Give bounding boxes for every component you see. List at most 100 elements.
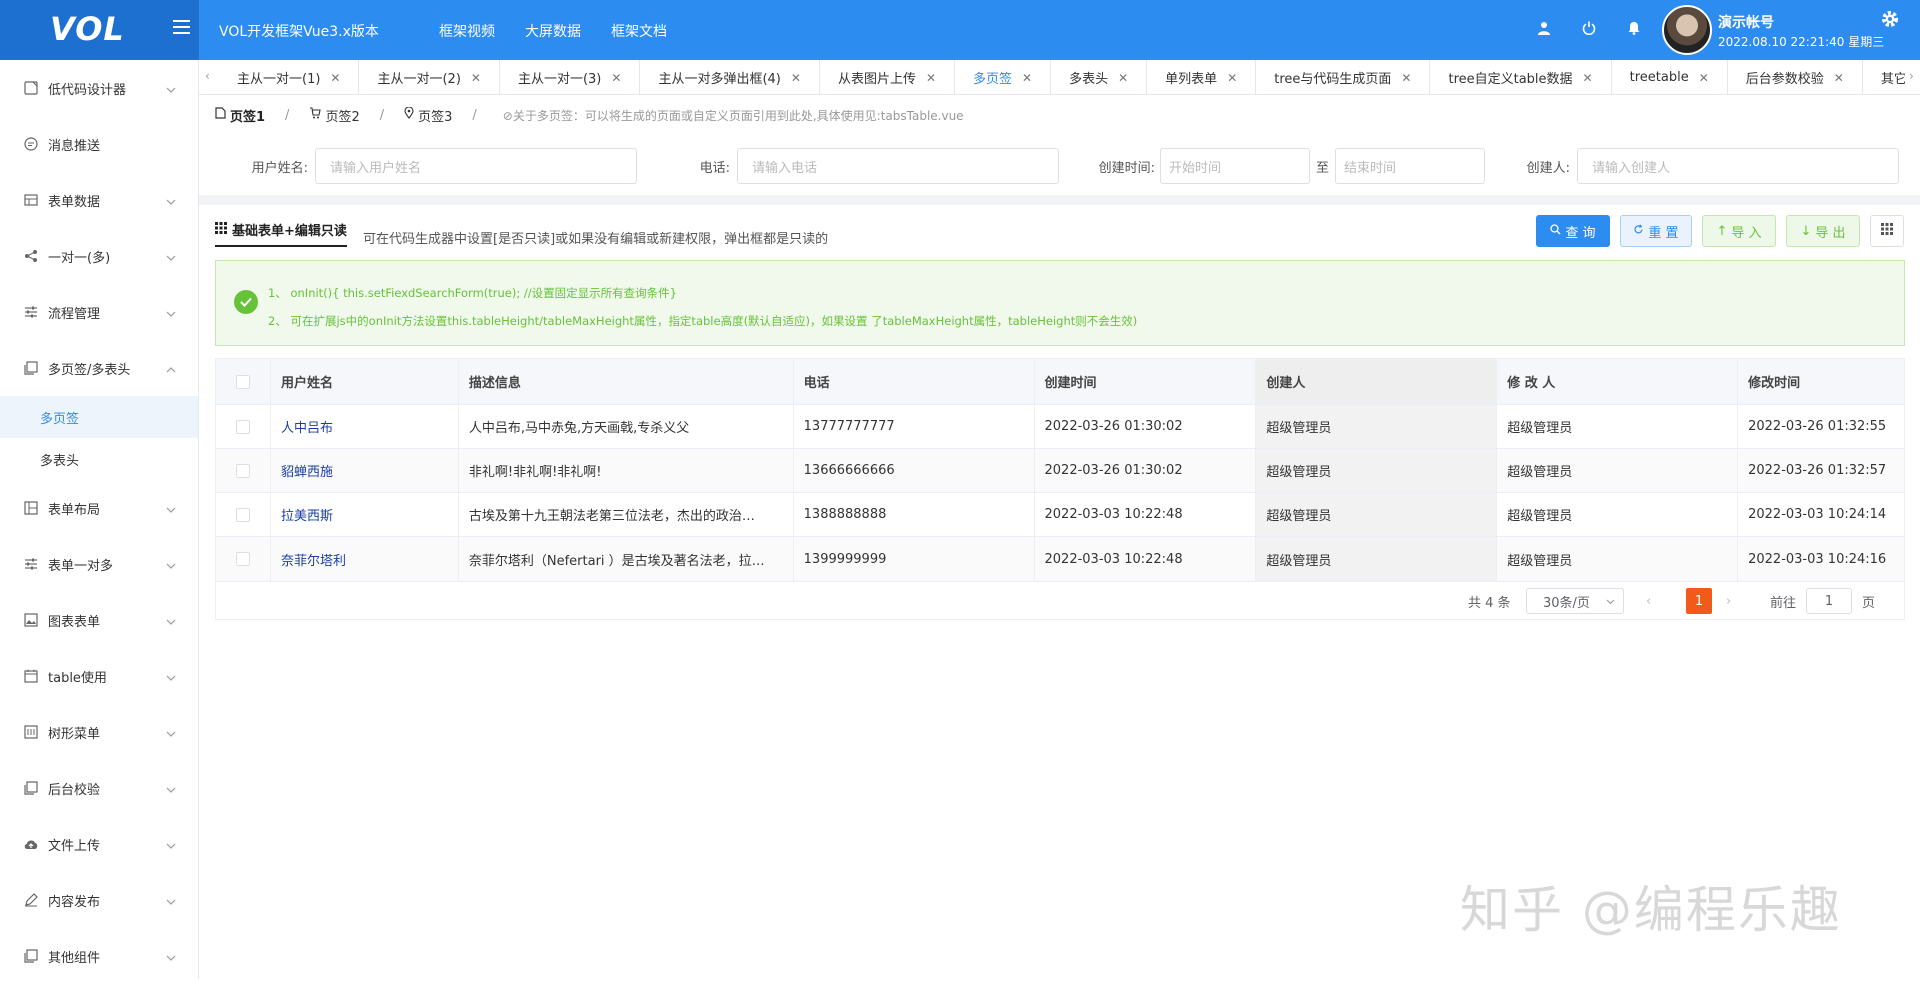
close-icon[interactable]: ✕ — [1699, 71, 1709, 85]
row-select-cell — [216, 537, 271, 581]
tab-item-active[interactable]: 多页签 ✕ — [955, 60, 1052, 95]
table-header: 用户姓名 描述信息 电话 创建时间 创建人 修 改 人 修改时间 — [216, 359, 1904, 405]
user-name-input[interactable]: 请输入用户姓名 — [315, 148, 637, 184]
table-row[interactable]: 貂蝉西施 非礼啊!非礼啊!非礼啊! 13666666666 2022-03-26… — [216, 449, 1904, 493]
sidebar-item-backend-validation[interactable]: 后台校验 — [0, 760, 198, 816]
menu-toggle-icon[interactable] — [173, 20, 190, 34]
column-header[interactable]: 用户姓名 — [271, 359, 459, 404]
phone-input[interactable]: 请输入电话 — [737, 148, 1059, 184]
inner-tab-3[interactable]: 页签3 — [404, 106, 452, 125]
search-icon — [1550, 223, 1561, 239]
gear-icon[interactable] — [1880, 9, 1900, 33]
sidebar-item-table-usage[interactable]: table使用 — [0, 648, 198, 704]
close-icon[interactable]: ✕ — [611, 71, 621, 85]
tab-item[interactable]: 主从一对一(1) ✕ — [219, 60, 360, 95]
sidebar-item-tree-menu[interactable]: 树形菜单 — [0, 704, 198, 760]
sidebar-item-workflow[interactable]: 流程管理 — [0, 284, 198, 340]
export-button[interactable]: ↓ 导 出 — [1786, 215, 1860, 247]
inner-tab-2[interactable]: 页签2 — [309, 106, 360, 125]
avatar[interactable] — [1662, 5, 1712, 55]
sidebar-item-chart-form[interactable]: 图表表单 — [0, 592, 198, 648]
sidebar-subitem-multitab[interactable]: 多页签 — [0, 396, 198, 438]
row-checkbox[interactable] — [235, 552, 250, 566]
row-checkbox[interactable] — [235, 463, 250, 478]
column-header[interactable]: 修改时间 — [1738, 359, 1904, 404]
user-name-link[interactable]: 奈菲尔塔利 — [271, 537, 459, 581]
column-header[interactable]: 电话 — [794, 359, 1035, 404]
table-cell: 1388888888 — [794, 493, 1035, 536]
tab-item[interactable]: tree与代码生成页面 ✕ — [1256, 60, 1431, 95]
sidebar-item-other-components[interactable]: 其他组件 — [0, 928, 198, 984]
tab-item[interactable]: treetable ✕ — [1612, 60, 1728, 95]
table-row[interactable]: 人中吕布 人中吕布,马中赤兔,方天画戟,专杀义父 13777777777 202… — [216, 405, 1904, 449]
power-icon[interactable] — [1580, 19, 1598, 37]
sidebar-item-form-one-many[interactable]: 表单一对多 — [0, 536, 198, 592]
select-all-checkbox[interactable] — [235, 374, 250, 389]
page-size-select[interactable]: 30条/页 — [1526, 588, 1624, 614]
close-icon[interactable]: ✕ — [1583, 71, 1593, 85]
page-number-current[interactable]: 1 — [1686, 588, 1712, 614]
user-icon[interactable] — [1535, 19, 1553, 37]
table-cell: 13666666666 — [794, 449, 1035, 492]
nav-link-videos[interactable]: 框架视频 — [439, 21, 495, 41]
tabs-scroll-right-icon[interactable]: › — [1905, 69, 1914, 83]
search-user-group: 用户姓名: 请输入用户姓名 — [238, 148, 637, 184]
close-icon[interactable]: ✕ — [471, 71, 481, 85]
column-header[interactable]: 创建时间 — [1035, 359, 1257, 404]
sidebar-item-file-upload[interactable]: 文件上传 — [0, 816, 198, 872]
close-icon[interactable]: ✕ — [791, 71, 801, 85]
table-row[interactable]: 拉美西斯 古埃及第十九王朝法老第三位法老，杰出的政治… 1388888888 2… — [216, 493, 1904, 537]
query-button[interactable]: 查 询 — [1536, 215, 1610, 247]
sidebar-item-message[interactable]: 消息推送 — [0, 116, 198, 172]
sidebar-item-content-publish[interactable]: 内容发布 — [0, 872, 198, 928]
inner-tab-1[interactable]: 页签1 — [215, 106, 265, 125]
sidebar-item-multitabs[interactable]: 多页签/多表头 — [0, 340, 198, 396]
column-header[interactable]: 描述信息 — [459, 359, 794, 404]
row-checkbox[interactable] — [235, 507, 250, 522]
sidebar-subitem-multiheader[interactable]: 多表头 — [0, 438, 198, 480]
tab-item[interactable]: 单列表单 ✕ — [1147, 60, 1257, 95]
column-header[interactable]: 修 改 人 — [1497, 359, 1739, 404]
end-time-input[interactable]: 结束时间 — [1335, 148, 1486, 184]
sidebar-item-one-to-one[interactable]: 一对一(多) — [0, 228, 198, 284]
column-header[interactable]: 创建人 — [1256, 359, 1498, 404]
close-icon[interactable]: ✕ — [926, 71, 936, 85]
close-icon[interactable]: ✕ — [330, 71, 340, 85]
tab-item[interactable]: 主从一对一(3) ✕ — [500, 60, 641, 95]
import-button[interactable]: ↑ 导 入 — [1702, 215, 1776, 247]
close-icon[interactable]: ✕ — [1834, 71, 1844, 85]
reset-button[interactable]: 重 置 — [1620, 215, 1692, 247]
creator-input[interactable]: 请输入创建人 — [1577, 148, 1899, 184]
bell-icon[interactable] — [1625, 19, 1643, 37]
prev-page-icon[interactable]: ‹ — [1646, 588, 1651, 614]
user-name-link[interactable]: 貂蝉西施 — [271, 449, 459, 492]
start-time-input[interactable]: 开始时间 — [1160, 148, 1310, 184]
table-cell: 2022-03-03 10:24:16 — [1748, 551, 1887, 567]
goto-page-input[interactable]: 1 — [1806, 588, 1852, 614]
sidebar-item-formdata[interactable]: 表单数据 — [0, 172, 198, 228]
tab-item[interactable]: 多表头 ✕ — [1051, 60, 1148, 95]
user-name[interactable]: 演示帐号 — [1718, 12, 1774, 32]
sidebar-item-lowcode[interactable]: 低代码设计器 — [0, 60, 198, 116]
sidebar-item-form-layout[interactable]: 表单布局 — [0, 480, 198, 536]
tab-item[interactable]: 后台参数校验 ✕ — [1728, 60, 1863, 95]
nav-link-dashboard[interactable]: 大屏数据 — [525, 21, 581, 41]
next-page-icon[interactable]: › — [1726, 588, 1731, 614]
table-row[interactable]: 奈菲尔塔利 奈菲尔塔利（Nefertari ）是古埃及著名法老，拉… 13999… — [216, 537, 1904, 581]
tabs-scroll-left-icon[interactable]: ‹ — [205, 69, 210, 83]
close-icon[interactable]: ✕ — [1022, 71, 1032, 85]
close-icon[interactable]: ✕ — [1227, 71, 1237, 85]
tab-item[interactable]: 主从一对一(2) ✕ — [359, 60, 500, 95]
tab-item[interactable]: 主从一对多弹出框(4) ✕ — [640, 60, 820, 95]
close-icon[interactable]: ✕ — [1118, 71, 1128, 85]
tab-item[interactable]: tree自定义table数据 ✕ — [1430, 60, 1612, 95]
close-icon[interactable]: ✕ — [1401, 71, 1411, 85]
user-name-link[interactable]: 拉美西斯 — [271, 493, 459, 536]
row-checkbox[interactable] — [235, 419, 250, 434]
tab-item[interactable]: 从表图片上传 ✕ — [820, 60, 956, 95]
form-icon — [23, 80, 39, 96]
table-cell: 2022-03-26 01:30:02 — [1035, 405, 1257, 448]
column-settings-button[interactable] — [1870, 215, 1904, 247]
user-name-link[interactable]: 人中吕布 — [271, 405, 459, 448]
nav-link-docs[interactable]: 框架文档 — [611, 21, 667, 41]
